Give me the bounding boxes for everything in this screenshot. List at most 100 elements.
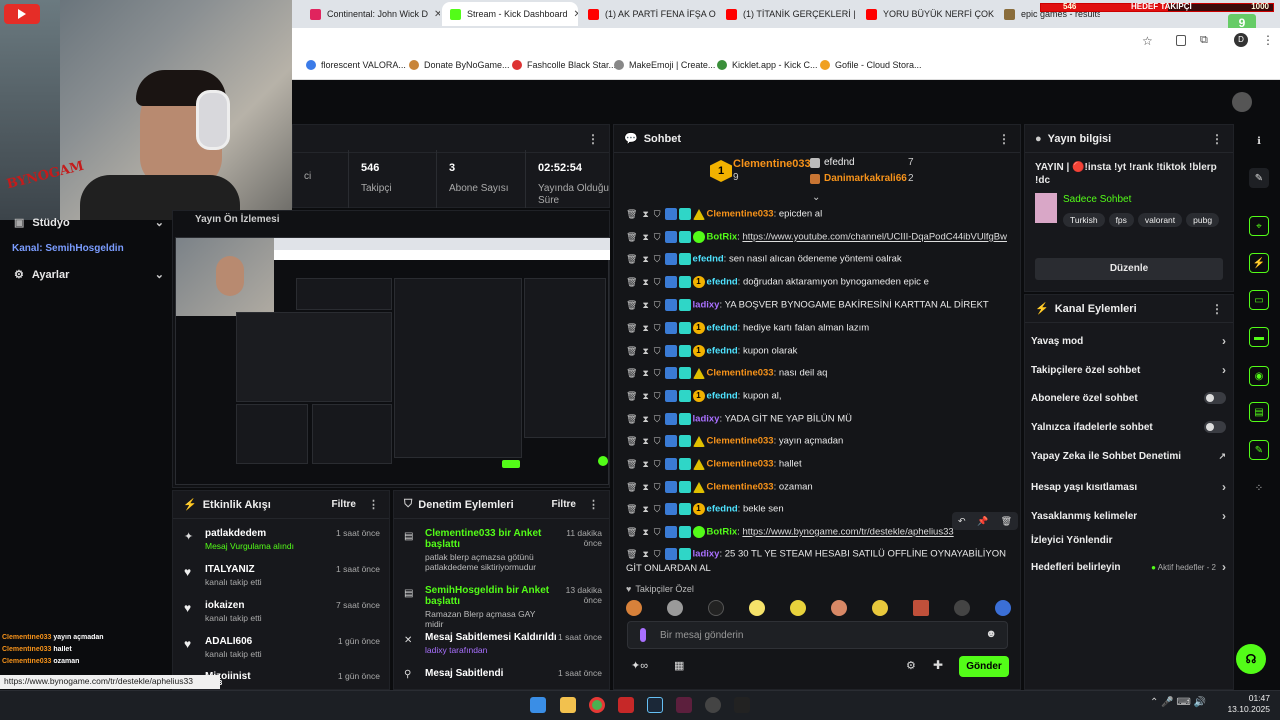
chat-message[interactable]: 🗑 ⧗ ⛉ Clementine033: ozaman <box>626 480 1016 495</box>
delete-icon[interactable]: 🗑 <box>626 502 637 516</box>
chat-message[interactable]: 🗑 ⧗ ⛉ Clementine033: epicden al <box>626 207 1016 222</box>
star-icon[interactable]: ☆ <box>1142 34 1153 48</box>
steam-icon[interactable] <box>647 697 663 713</box>
delete-icon[interactable]: 🗑 <box>626 344 637 358</box>
vs-icon[interactable] <box>676 697 692 713</box>
emote-icon[interactable] <box>995 600 1011 616</box>
timeout-icon[interactable]: ⧗ <box>642 298 648 312</box>
bookmark-item[interactable]: florescent VALORA... <box>306 60 406 70</box>
ban-icon[interactable]: ⛉ <box>654 502 661 516</box>
ban-icon[interactable]: ⛉ <box>654 207 661 221</box>
emote-icon[interactable] <box>749 600 765 616</box>
ban-icon[interactable]: ⛉ <box>654 344 661 358</box>
help-fab[interactable]: ☊ <box>1236 644 1266 674</box>
channel-action-row[interactable]: Yapay Zeka ile Sohbet Denetimi ↗ <box>1031 451 1226 462</box>
chat-message[interactable]: 🗑 ⧗ ⛉ 1 efednd: hediye kartı falan alman laz… <box>626 321 1016 336</box>
ban-icon[interactable]: ⛉ <box>654 525 661 539</box>
ban-icon[interactable]: ⛉ <box>654 412 661 426</box>
bookmark-item[interactable]: Donate ByNoGame... <box>409 60 510 70</box>
tray-icons[interactable]: ⌃ 🎤 ⌨ 🔊 <box>1150 697 1206 708</box>
chat-username[interactable]: efednd <box>707 277 738 288</box>
chat-link[interactable]: https://www.youtube.com/channel/UCIII-Dq… <box>742 232 1007 243</box>
tab-1[interactable]: Stream - Kick Dashboard ✕ <box>442 2 578 26</box>
chat-icon[interactable]: ▬ <box>1249 327 1269 347</box>
timeout-icon[interactable]: ⧗ <box>642 321 648 335</box>
dots-icon[interactable]: ⁘ <box>1249 478 1269 498</box>
clipboard-icon[interactable]: ▭ <box>1249 290 1269 310</box>
timeout-icon[interactable]: ⧗ <box>642 525 648 539</box>
pencil-icon[interactable]: ✎ <box>1249 168 1269 188</box>
timeout-icon[interactable]: ⧗ <box>642 344 648 358</box>
windows-start-icon[interactable] <box>530 697 546 713</box>
emote-icon[interactable] <box>831 600 847 616</box>
chat-message[interactable]: 🗑 ⧗ ⛉ 1 efednd: kupon olarak <box>626 344 1016 359</box>
file-explorer-icon[interactable] <box>560 697 576 713</box>
info-icon[interactable]: ℹ <box>1249 131 1269 151</box>
chat-message[interactable]: 🗑 ⧗ ⛉ ladixy: YA BOŞVER BYNOGAME BAKİRESİNİ… <box>626 298 1016 313</box>
chat-message[interactable]: 🗑 ⧗ ⛉ ladixy: 25 30 TL YE STEAM HESABI SATI… <box>626 547 1016 576</box>
chat-username[interactable]: Clementine033 <box>707 368 774 379</box>
channel-action-row[interactable]: Hesap yaşı kısıtlaması › <box>1031 480 1226 494</box>
delete-icon[interactable]: 🗑 <box>626 457 637 471</box>
timeout-icon[interactable]: ⧗ <box>642 389 648 403</box>
ban-icon[interactable]: ⛉ <box>654 298 661 312</box>
chat-tools-icon[interactable]: ✦∞ <box>631 659 648 672</box>
emote-icon[interactable] <box>913 600 929 616</box>
chrome-icon[interactable] <box>589 697 605 713</box>
leaderboard-third-name[interactable]: Danimarkakrali66 <box>824 173 907 184</box>
more-menu-icon[interactable]: ⋮ <box>1211 132 1223 146</box>
toggle-switch[interactable] <box>1204 392 1226 404</box>
channel-action-row[interactable]: Hedefleri belirleyin ● Aktif hedefler - 2… <box>1031 560 1226 574</box>
gear-icon[interactable]: ⚙ <box>906 659 916 672</box>
edit-button[interactable]: Düzenle <box>1035 258 1223 280</box>
emote-icon[interactable] <box>667 600 683 616</box>
timeout-icon[interactable]: ⧗ <box>642 480 648 494</box>
tag[interactable]: Turkish <box>1063 213 1105 227</box>
chat-username[interactable]: efednd <box>707 346 738 357</box>
chat-username[interactable]: efednd <box>693 254 724 265</box>
timeout-icon[interactable]: ⧗ <box>642 547 648 561</box>
chat-username[interactable]: ladixy <box>693 549 720 560</box>
delete-icon[interactable]: 🗑 <box>626 275 637 289</box>
sidebar-channel[interactable]: Kanal: SemihHosgeldin <box>12 243 167 254</box>
chat-message[interactable]: 🗑 ⧗ ⛉ Clementine033: hallet <box>626 457 1016 472</box>
delete-icon[interactable]: 🗑 <box>626 230 637 244</box>
chat-message[interactable]: 🗑 ⧗ ⛉ BotRix: https://www.youtube.com/chann… <box>626 230 1016 245</box>
tab-0[interactable]: Continental: John Wick D ✕ <box>302 2 440 26</box>
store-icon[interactable]: ▦ <box>674 659 684 672</box>
channel-action-row[interactable]: Takipçilere özel sohbet › <box>1031 363 1226 377</box>
ban-icon[interactable]: ⛉ <box>654 366 661 380</box>
tab-2[interactable]: (1) AK PARTİ FENA İFŞA O✕ <box>580 2 716 26</box>
timeout-icon[interactable]: ⧗ <box>642 366 648 380</box>
ban-icon[interactable]: ⛉ <box>654 275 661 289</box>
delete-icon[interactable]: 🗑 <box>626 321 637 335</box>
emote-icon[interactable] <box>872 600 888 616</box>
emote-icon[interactable] <box>626 600 642 616</box>
tab-3[interactable]: (1) TİTANİK GERÇEKLERİ |✕ <box>718 2 856 26</box>
channel-action-row[interactable]: Abonelere özel sohbet <box>1031 392 1226 404</box>
chat-username[interactable]: Clementine033 <box>707 482 774 493</box>
send-button[interactable]: Gönder <box>959 656 1009 677</box>
more-menu-icon[interactable]: ⋮ <box>588 498 599 511</box>
sidebar-settings[interactable]: ⚙ Ayarlar ⌄ <box>14 268 164 282</box>
ban-icon[interactable]: ⛉ <box>654 434 661 448</box>
channel-action-row[interactable]: İzleyici Yönlendir <box>1031 535 1226 546</box>
emote-icon[interactable] <box>708 600 724 616</box>
chat-username[interactable]: ladixy <box>693 414 720 425</box>
layout-icon[interactable]: ▤ <box>1249 402 1269 422</box>
user-avatar[interactable] <box>1232 92 1252 112</box>
activity-filter-button[interactable]: Filtre <box>332 499 356 510</box>
chat-message[interactable]: 🗑 ⧗ ⛉ ladixy: YADA GİT NE YAP BİLÜN MÜ <box>626 412 1016 427</box>
pin-icon[interactable]: 📌 <box>977 516 988 527</box>
more-menu-icon[interactable]: ⋮ <box>998 132 1010 146</box>
ban-icon[interactable]: ⛉ <box>654 480 661 494</box>
ban-icon[interactable]: ⛉ <box>654 389 661 403</box>
timeout-icon[interactable]: ⧗ <box>642 412 648 426</box>
close-icon[interactable]: ✕ <box>568 9 578 20</box>
chat-username[interactable]: BotRix <box>707 527 738 538</box>
chat-username[interactable]: BotRix <box>707 232 738 243</box>
stream-preview-video[interactable] <box>175 237 610 485</box>
chat-message[interactable]: 🗑 ⧗ ⛉ 1 efednd: kupon al, <box>626 389 1016 404</box>
chat-link[interactable]: https://www.bynogame.com/tr/destekle/aph… <box>742 527 953 538</box>
emote-icon[interactable] <box>954 600 970 616</box>
